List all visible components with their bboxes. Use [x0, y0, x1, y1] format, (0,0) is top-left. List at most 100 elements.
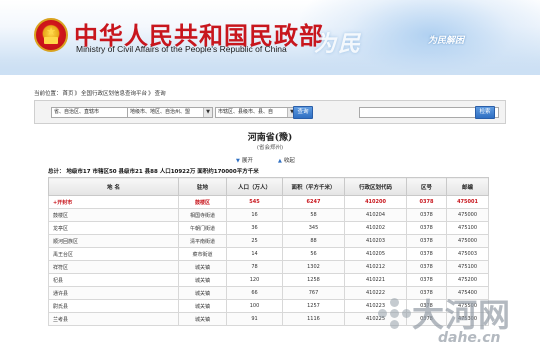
cell-population: 120 [226, 273, 283, 287]
collapse-toggle[interactable]: ▲ 收起 [278, 156, 295, 164]
col-header-postcode: 邮编 [446, 177, 489, 196]
cell-code: 410205 [344, 247, 407, 261]
banner-wave [0, 53, 540, 75]
col-header-area: 面积（平方千米） [282, 177, 345, 196]
cell-area-code: 0378 [406, 221, 447, 235]
cell-name[interactable]: 兰考县 [48, 312, 179, 326]
cell-postcode: 475001 [446, 195, 489, 209]
cell-area: 58 [282, 208, 345, 222]
cell-code: 410202 [344, 221, 407, 235]
cell-seat: 城关镇 [178, 260, 227, 274]
table-row: 鼓楼区 相国寺街道 16 58 410204 0378 475000 [48, 208, 489, 222]
cell-postcode: 475000 [446, 234, 489, 248]
breadcrumb-label: 当前位置： [34, 91, 62, 97]
breadcrumb-separator: 》 [74, 91, 81, 97]
cell-code: 410204 [344, 208, 407, 222]
cell-seat: 鼓楼区 [178, 195, 227, 209]
cell-seat: 午朝门街道 [178, 221, 227, 235]
cell-code: 410203 [344, 234, 407, 248]
breadcrumb-home-link[interactable]: 首页 [63, 91, 74, 97]
table-row: 龙亭区 午朝门街道 36 345 410202 0378 475100 [48, 221, 489, 235]
province-name: 河南省(豫) [247, 133, 293, 143]
col-header-seat: 驻地 [178, 177, 227, 196]
col-header-population: 人口（万人） [226, 177, 283, 196]
breadcrumb: 当前位置：首页》全国行政区划信息查询平台》查询 [34, 89, 167, 97]
cell-name[interactable]: 龙亭区 [48, 221, 179, 235]
cell-population: 100 [226, 299, 283, 313]
watermark-dots-icon [378, 298, 412, 332]
cell-postcode: 475000 [446, 208, 489, 222]
cell-postcode: 475003 [446, 247, 489, 261]
cell-area-code: 0378 [406, 208, 447, 222]
breadcrumb-separator: 》 [148, 91, 154, 97]
cell-seat: 城关镇 [178, 273, 227, 287]
col-header-name: 地 名 [48, 177, 179, 196]
cell-seat: 城关镇 [178, 299, 227, 313]
breadcrumb-current: 查询 [154, 91, 166, 97]
cell-seat: 清平南街道 [178, 234, 227, 248]
cell-seat: 城关镇 [178, 286, 227, 300]
search-button[interactable]: 检索 [475, 106, 495, 119]
dahe-watermark-logo: 大河网 dahe.cn [378, 284, 528, 354]
county-select-value: 市辖区、县级市、县、自 [218, 109, 274, 115]
query-button[interactable]: 查询 [293, 106, 313, 119]
cell-population: 36 [226, 221, 283, 235]
city-select[interactable]: 地级市、地区、自治州、盟 ▼ [127, 107, 213, 118]
cell-population: 16 [226, 208, 283, 222]
table-row[interactable]: +开封市 鼓楼区 545 6247 410200 0378 475001 [48, 195, 489, 209]
breadcrumb-platform-link[interactable]: 全国行政区划信息查询平台 [81, 91, 147, 97]
cell-area: 56 [282, 247, 345, 261]
province-capital: (省会郑州) [256, 145, 284, 151]
chevron-down-icon[interactable]: ▼ [203, 108, 212, 117]
cell-area: 1116 [282, 312, 345, 326]
cell-seat: 菜市街道 [178, 247, 227, 261]
cell-area: 6247 [282, 195, 345, 209]
city-select-value: 地级市、地区、自治州、盟 [130, 109, 191, 115]
cell-seat: 相国寺街道 [178, 208, 227, 222]
cell-name[interactable]: 通许县 [48, 286, 179, 300]
county-select[interactable]: 市辖区、县级市、县、自 ▼ [215, 107, 297, 118]
cell-area-code: 0378 [406, 260, 447, 274]
cell-name[interactable]: 杞县 [48, 273, 179, 287]
cell-area: 345 [282, 221, 345, 235]
cell-name[interactable]: 顺河回族区 [48, 234, 179, 248]
expand-toggle[interactable]: ▼ 展开 [236, 156, 253, 164]
cell-area-code: 0378 [406, 195, 447, 209]
cell-seat: 城关镇 [178, 312, 227, 326]
cell-area: 1302 [282, 260, 345, 274]
cell-population: 14 [226, 247, 283, 261]
collapse-label: 收起 [283, 158, 295, 164]
cell-postcode: 475100 [446, 221, 489, 235]
cell-area: 767 [282, 286, 345, 300]
cell-name[interactable]: 尉氏县 [48, 299, 179, 313]
cell-area-code: 0378 [406, 234, 447, 248]
col-header-area-code: 区号 [406, 177, 447, 196]
cell-name[interactable]: 祥符区 [48, 260, 179, 274]
cell-name[interactable]: +开封市 [48, 195, 179, 209]
cell-area-code: 0378 [406, 247, 447, 261]
table-row: 顺河回族区 清平南街道 25 88 410203 0378 475000 [48, 234, 489, 248]
cell-population: 78 [226, 260, 283, 274]
table-row: 禹王台区 菜市街道 14 56 410205 0378 475003 [48, 247, 489, 261]
triangle-up-icon: ▲ [278, 158, 282, 164]
triangle-down-icon: ▼ [236, 158, 240, 164]
province-summary: 总计： 地级市17 市辖区50 县级市21 县88 人口10922万 面积约17… [48, 169, 259, 175]
cell-population: 25 [226, 234, 283, 248]
watermark-domain: dahe.cn [438, 330, 501, 346]
cell-population: 545 [226, 195, 283, 209]
cell-code: 410200 [344, 195, 407, 209]
cell-name[interactable]: 禹王台区 [48, 247, 179, 261]
expand-label: 展开 [241, 158, 253, 164]
cell-name[interactable]: 鼓楼区 [48, 208, 179, 222]
national-emblem-icon: ★ [34, 18, 68, 52]
table-header-row: 地 名 驻地 人口（万人） 面积（平方千米） 行政区划代码 区号 邮编 [48, 177, 489, 196]
banner-slogan-small: 为民解困 [428, 36, 465, 46]
cell-area: 1258 [282, 273, 345, 287]
province-select[interactable]: 省、自治区、直辖市 ▼ [51, 107, 137, 118]
search-bar: 省、自治区、直辖市 ▼ 地级市、地区、自治州、盟 ▼ 市辖区、县级市、县、自 ▼… [34, 100, 506, 124]
cell-code: 410212 [344, 260, 407, 274]
header-banner: ★ 中华人民共和国民政部 Ministry of Civil Affairs o… [0, 0, 540, 75]
site-title-en: Ministry of Civil Affairs of the People'… [76, 44, 287, 54]
cell-postcode: 475100 [446, 260, 489, 274]
province-select-value: 省、自治区、直辖市 [54, 109, 100, 115]
